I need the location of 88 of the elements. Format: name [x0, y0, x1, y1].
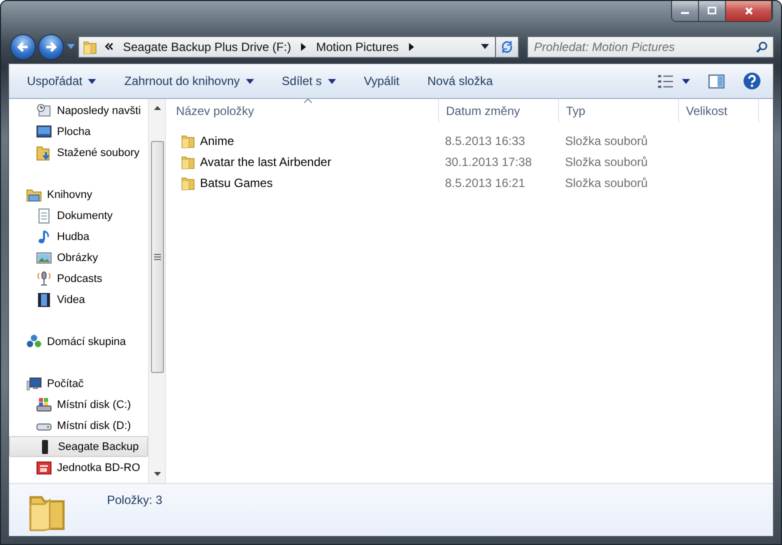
file-row[interactable]: Avatar the last Airbender 30.1.2013 17:38 Složka souborů — [169, 151, 773, 172]
file-row[interactable]: Batsu Games 8.5.2013 16:21 Složka souborů — [169, 172, 773, 193]
navigation-item[interactable]: Jednotka BD-RO — [9, 457, 148, 478]
navigation-item[interactable]: Knihovny — [9, 184, 148, 205]
maximize-button[interactable] — [699, 1, 726, 21]
column-header[interactable]: Velikost — [679, 99, 759, 123]
navigation-item[interactable]: Obrázky — [9, 247, 148, 268]
navigation-item[interactable]: Naposledy navšti — [9, 100, 148, 121]
right-arrow-icon — [44, 40, 58, 54]
file-row[interactable]: Anime 8.5.2013 16:33 Složka souborů — [169, 130, 773, 151]
navigation-item[interactable]: Místní disk (D:) — [9, 415, 148, 436]
recent-pages-caret-icon[interactable] — [67, 44, 75, 49]
folder-icon — [180, 132, 196, 148]
film-strip-icon — [36, 292, 52, 308]
date-modified: 30.1.2013 17:38 — [445, 154, 532, 168]
music-note-icon — [36, 228, 52, 244]
computer-icon — [26, 376, 42, 392]
breadcrumb-segment[interactable]: Motion Pictures — [314, 40, 401, 54]
caret-icon — [246, 78, 254, 84]
file-type: Složka souborů — [565, 154, 648, 168]
picture-icon — [36, 250, 52, 266]
file-type: Složka souborů — [565, 134, 648, 148]
details-view-icon — [657, 74, 674, 88]
navigation-item[interactable]: Videa — [9, 289, 148, 310]
caret-icon — [88, 78, 96, 84]
navigation-item[interactable]: Stažené soubory — [9, 142, 148, 163]
file-name: Batsu Games — [200, 176, 273, 190]
column-header[interactable]: Název položky — [169, 99, 439, 123]
search-field[interactable]: Prohledat: Motion Pictures — [527, 36, 774, 58]
folder-icon — [180, 174, 196, 190]
homegroup-icon — [26, 334, 42, 350]
toolbar-button[interactable]: Nová složka — [417, 70, 503, 92]
address-bar[interactable]: Seagate Backup Plus Drive (F:) Motion Pictures — [78, 36, 496, 58]
close-icon — [744, 6, 754, 16]
document-icon — [36, 208, 52, 224]
toolbar-button[interactable]: Sdílet s — [272, 70, 346, 92]
folder-icon — [82, 38, 98, 54]
refresh-button[interactable] — [496, 36, 519, 58]
toolbar-button[interactable]: Uspořádat — [17, 70, 106, 92]
overflow-chevron-icon[interactable] — [105, 43, 113, 50]
sort-ascending-icon — [304, 99, 312, 103]
grip-icon — [154, 254, 160, 260]
scrollbar-thumb[interactable] — [150, 141, 164, 373]
refresh-icon — [500, 40, 514, 54]
navigation-item[interactable]: Seagate Backup — [9, 436, 148, 457]
caret-icon — [328, 78, 336, 84]
close-button[interactable] — [726, 1, 772, 21]
scroll-up-icon[interactable] — [154, 106, 160, 110]
navigation-item[interactable]: Počítač — [9, 373, 148, 394]
date-modified: 8.5.2013 16:33 — [445, 134, 526, 148]
caret-icon — [682, 78, 690, 84]
file-name: Anime — [200, 134, 234, 148]
minimize-button[interactable] — [672, 1, 699, 21]
back-button[interactable] — [10, 34, 36, 60]
toolbar-button[interactable]: Vypálit — [354, 70, 410, 92]
file-type: Složka souborů — [565, 176, 648, 190]
search-icon — [756, 40, 768, 52]
optical-drive-icon — [36, 460, 52, 476]
column-header[interactable]: Typ — [559, 99, 679, 123]
navigation-item[interactable]: Plocha — [9, 121, 148, 142]
library-folder-icon — [26, 186, 42, 202]
toolbar-button[interactable]: Zahrnout do knihovny — [114, 70, 264, 92]
navigation-item[interactable]: Domácí skupina — [9, 331, 148, 352]
forward-button[interactable] — [38, 34, 64, 60]
preview-pane-icon — [708, 74, 725, 88]
microphone-icon — [36, 270, 52, 286]
navigation-item[interactable]: Místní disk (C:) — [9, 394, 148, 415]
scroll-down-icon[interactable] — [154, 472, 160, 476]
file-name: Avatar the last Airbender — [200, 154, 332, 168]
item-count: Položky: 3 — [107, 493, 162, 507]
downloads-folder-icon — [36, 144, 52, 160]
navigation-item[interactable]: Hudba — [9, 226, 148, 247]
date-modified: 8.5.2013 16:21 — [445, 176, 526, 190]
breadcrumb-arrow-icon[interactable] — [408, 42, 414, 50]
column-header[interactable]: Datum změny — [439, 99, 559, 123]
left-arrow-icon — [16, 40, 30, 54]
folder-icon — [180, 154, 196, 170]
dropdown-caret-icon[interactable] — [481, 44, 489, 49]
desktop-icon — [36, 124, 52, 140]
system-disk-icon — [36, 396, 52, 412]
breadcrumb-arrow-icon[interactable] — [301, 42, 306, 50]
help-icon — [743, 72, 761, 90]
navigation-item[interactable]: Podcasts — [9, 268, 148, 289]
navigation-item[interactable]: Dokumenty — [9, 205, 148, 226]
vertical-scrollbar[interactable] — [148, 99, 165, 483]
recent-places-icon — [36, 102, 52, 118]
breadcrumb-segment[interactable]: Seagate Backup Plus Drive (F:) — [121, 40, 294, 54]
maximize-icon — [707, 6, 717, 16]
